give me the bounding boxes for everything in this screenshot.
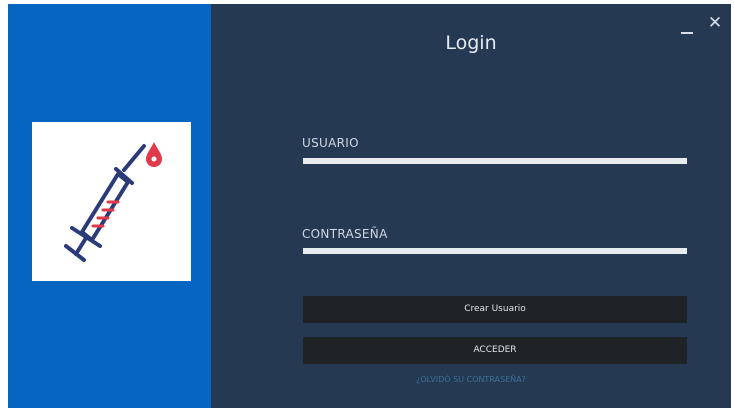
close-button[interactable]: ✕ (705, 10, 725, 36)
forgot-password-link[interactable]: ¿OLVIDÓ SU CONTRASEÑA? (211, 375, 731, 384)
logo (32, 122, 191, 281)
page-title: Login (445, 32, 497, 54)
username-label: USUARIO (302, 136, 359, 150)
minimize-icon (681, 32, 693, 34)
login-window: Login ✕ USUARIO CONTRASEÑA Crear Usuario… (8, 4, 731, 408)
create-user-button[interactable]: Crear Usuario (303, 296, 687, 323)
syringe-icon (64, 142, 162, 262)
access-button[interactable]: ACCEDER (303, 337, 687, 364)
minimize-button[interactable] (677, 10, 697, 36)
username-input[interactable] (303, 158, 687, 164)
login-panel: Login ✕ USUARIO CONTRASEÑA Crear Usuario… (211, 4, 731, 408)
brand-panel (8, 4, 211, 408)
close-icon: ✕ (707, 13, 723, 33)
password-label: CONTRASEÑA (302, 227, 388, 241)
password-input[interactable] (303, 248, 687, 254)
